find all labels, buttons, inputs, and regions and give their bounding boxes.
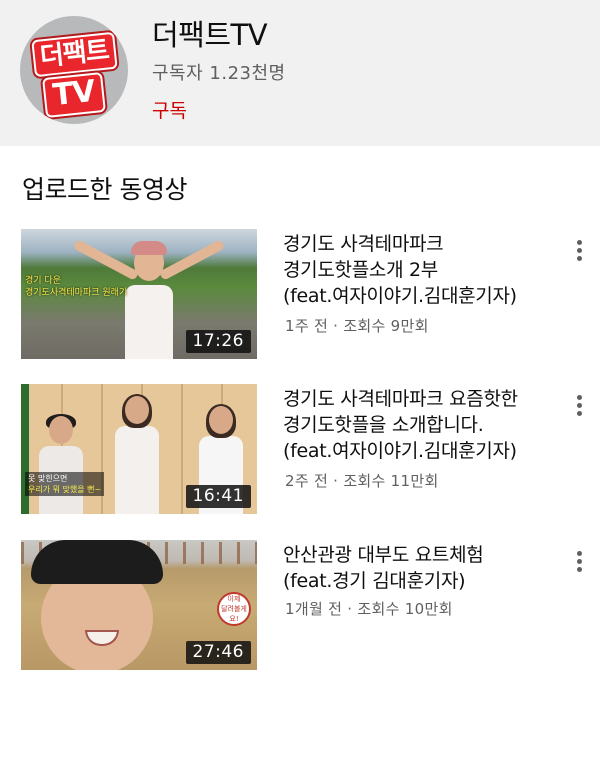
thumbnail-caption: 못 맞힌으면 우리가 뭐 맞했을 뻔~ (25, 472, 105, 496)
video-duration: 16:41 (185, 485, 251, 508)
video-title[interactable]: 경기도 사격테마파크 경기도핫플소개 2부 (feat.여자이야기.김대훈기자) (283, 231, 561, 309)
thumbnail-caption: 이제 달려볼게요! (217, 592, 251, 626)
video-title[interactable]: 경기도 사격테마파크 요즘핫한 경기도핫플을 소개합니다. (feat.여자이야… (283, 386, 561, 464)
video-list-item[interactable]: 이제 달려볼게요! 27:46 안산관광 대부도 요트체험 (feat.경기 김… (0, 540, 600, 674)
video-title[interactable]: 안산관광 대부도 요트체험 (feat.경기 김대훈기자) (283, 542, 561, 594)
channel-logo: 더팩트 TV (30, 31, 118, 119)
logo-text-line2: TV (42, 71, 106, 119)
more-vert-icon[interactable] (566, 237, 592, 267)
video-meta: 1개월 전 · 조회수 10만회 (285, 600, 453, 618)
uploads-section-title: 업로드한 동영상 (22, 175, 187, 204)
channel-name: 더팩트TV (152, 18, 268, 52)
video-meta: 2주 전 · 조회수 11만회 (285, 472, 439, 490)
video-thumbnail[interactable]: 못 맞힌으면 우리가 뭐 맞했을 뻔~ 16:41 (21, 384, 257, 514)
video-duration: 27:46 (185, 641, 251, 664)
video-meta: 1주 전 · 조회수 9만회 (285, 317, 429, 335)
video-thumbnail[interactable]: 이제 달려볼게요! 27:46 (21, 540, 257, 670)
logo-text-line1: 더팩트 (30, 31, 118, 78)
subscribe-button[interactable]: 구독 (152, 96, 187, 123)
channel-header: 더팩트 TV 더팩트TV 구독자 1.23천명 구독 (0, 0, 600, 146)
channel-avatar[interactable]: 더팩트 TV (20, 16, 128, 124)
subscriber-count: 구독자 1.23천명 (152, 63, 286, 84)
more-vert-icon[interactable] (566, 392, 592, 422)
video-thumbnail[interactable]: 경기 다운 경기도사격테마파크 원래기 17:26 (21, 229, 257, 359)
video-duration: 17:26 (185, 330, 251, 353)
more-vert-icon[interactable] (566, 548, 592, 578)
video-list-item[interactable]: 경기 다운 경기도사격테마파크 원래기 17:26 경기도 사격테마파크 경기도… (0, 229, 600, 363)
thumbnail-caption: 경기 다운 경기도사격테마파크 원래기 (25, 276, 128, 298)
video-list-item[interactable]: 못 맞힌으면 우리가 뭐 맞했을 뻔~ 16:41 경기도 사격테마파크 요즘핫… (0, 384, 600, 518)
